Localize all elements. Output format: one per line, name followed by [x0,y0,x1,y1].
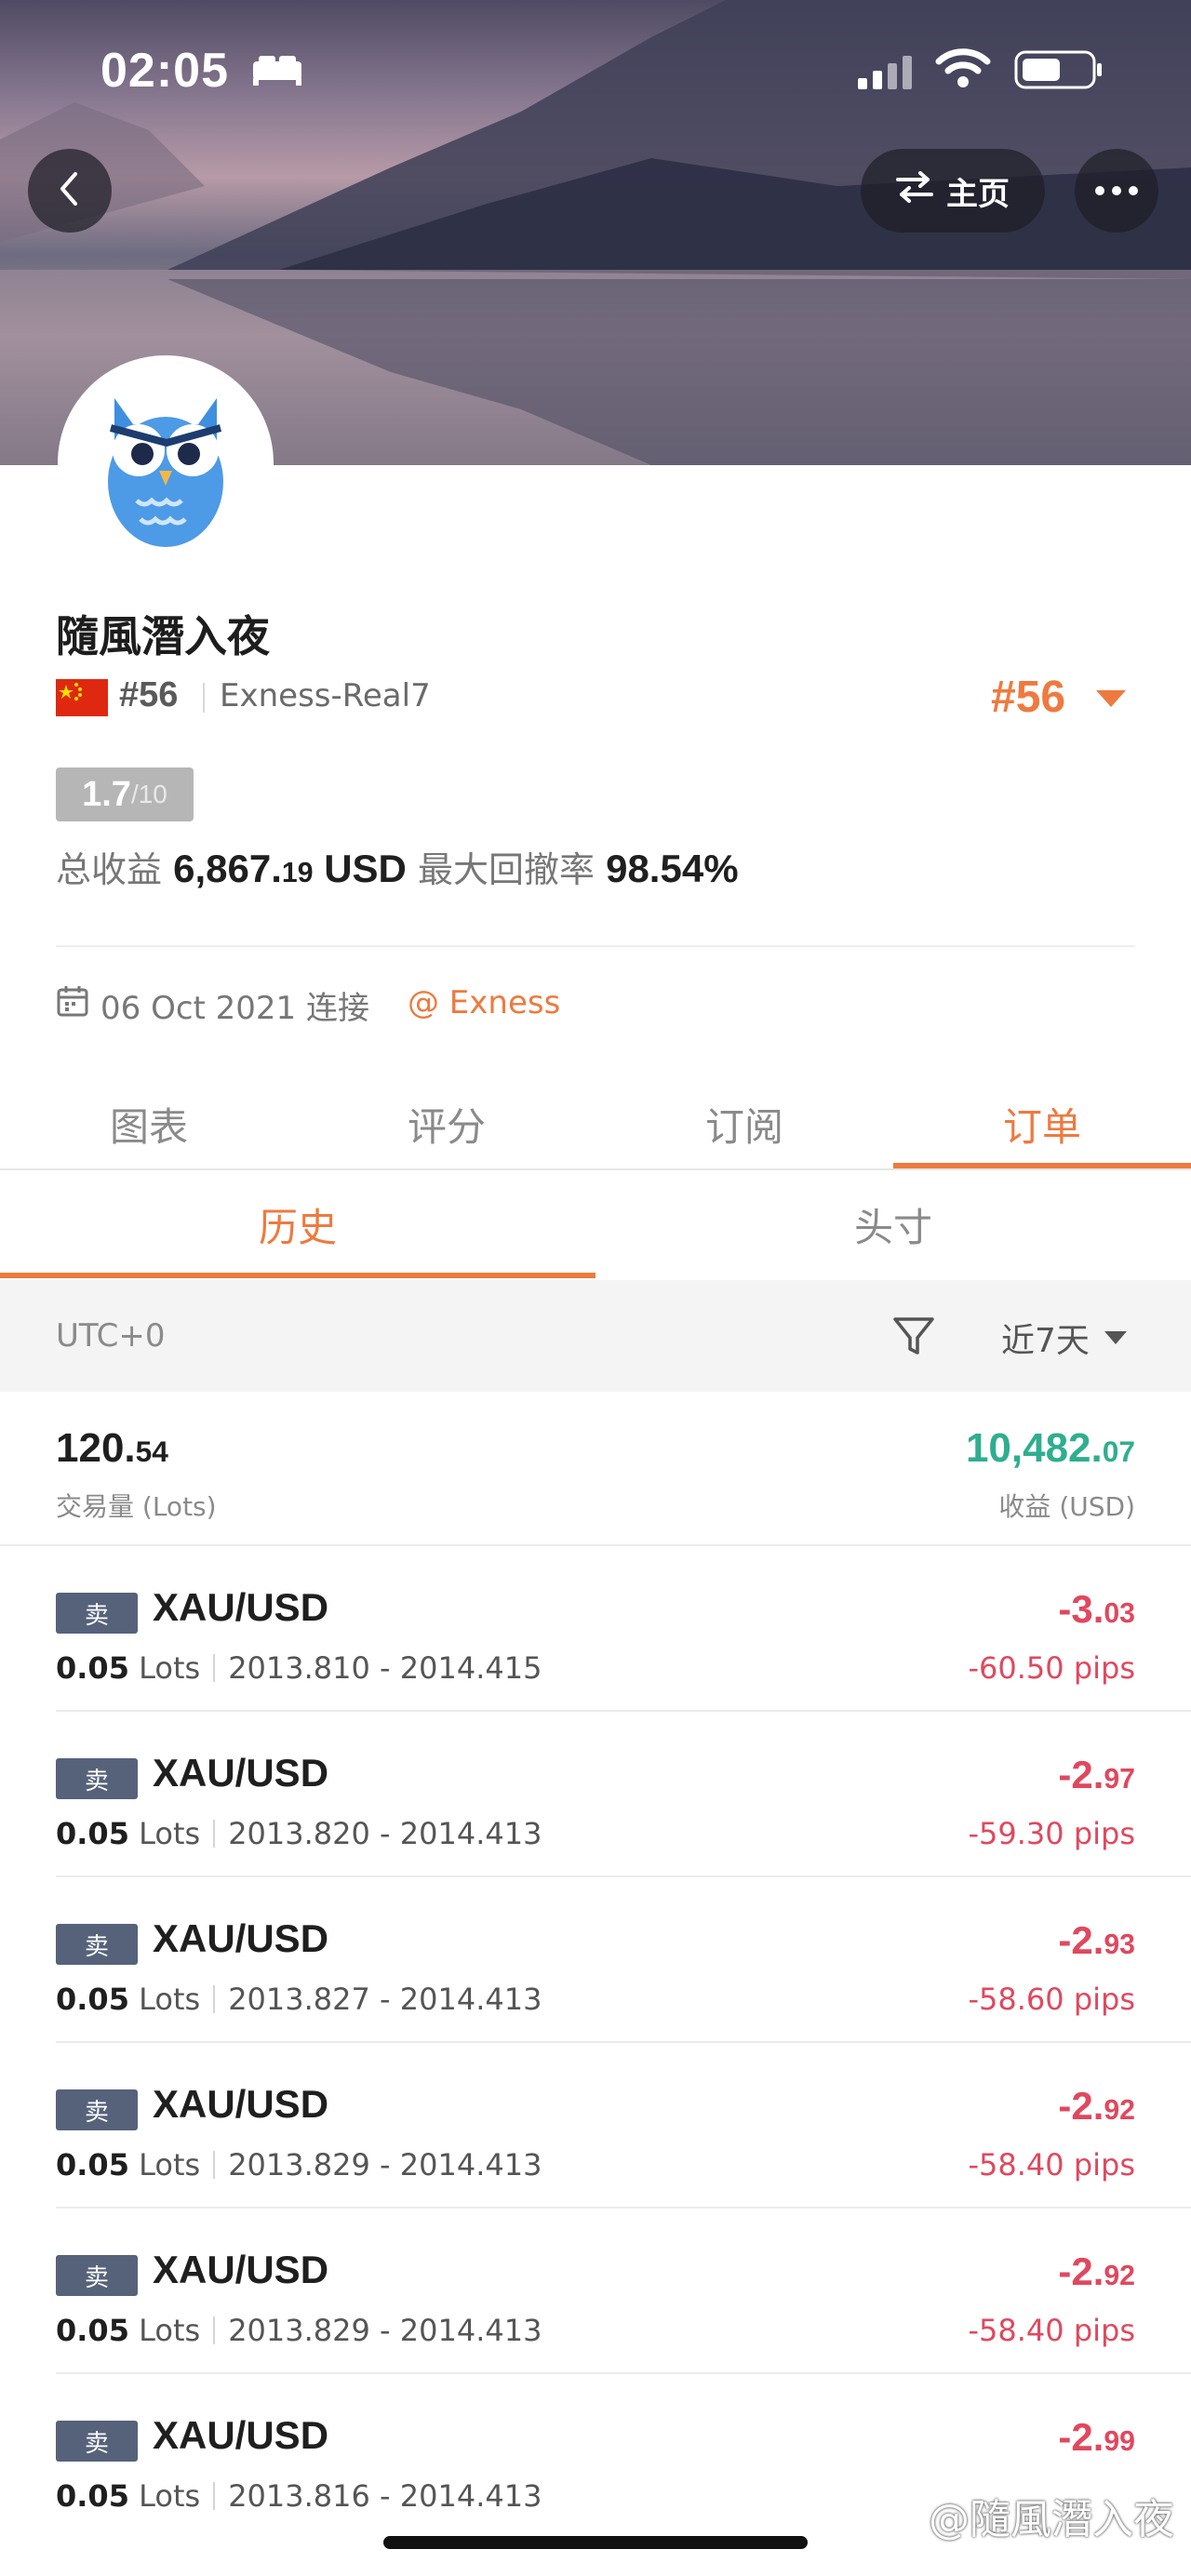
chevron-down-icon [1104,1331,1127,1344]
filter-bar: UTC+0 近7天 [0,1280,1191,1392]
order-profit: -2.93 [1058,1918,1135,1962]
back-button[interactable] [28,149,112,233]
subtab-positions[interactable]: 头寸 [596,1174,1191,1275]
sell-badge: 卖 [56,2421,138,2462]
order-profit: -2.97 [1058,1753,1135,1796]
subtab-history[interactable]: 历史 [0,1174,596,1275]
order-symbol: XAU/USD [153,2082,329,2126]
connect-info: 06 Oct 2021 连接 [56,982,369,1028]
period-label: 近7天 [1001,1322,1090,1360]
score-badge: 1.7/10 [56,767,194,821]
rank-dropdown[interactable]: #56 [991,672,1065,723]
max-drawdown-value: 98.54% [606,847,739,890]
signal-icon [856,54,917,95]
home-indicator [383,2536,808,2549]
order-profit: -2.99 [1058,2415,1135,2459]
divider [56,945,1135,947]
status-time: 02:05 [100,44,229,98]
timezone-label: UTC+0 [56,1317,166,1355]
order-list: 卖 XAU/USD 0.05 Lots 2013.810 - 2014.415 -… [0,1544,1191,2540]
order-profit: -3.03 [1058,1587,1135,1631]
order-pips: -59.30 pips [968,1816,1135,1851]
total-volume-label: 交易量 (Lots) [56,1491,217,1522]
status-bar: 02:05 [0,37,1191,102]
sell-badge: 卖 [56,1593,138,1634]
battery-icon [1014,50,1104,93]
swap-icon [896,170,933,212]
total-profit-label: 总收益 [56,849,163,890]
tab-subscribe[interactable]: 订阅 [596,1079,893,1168]
score-value: 1.7 [82,774,131,814]
total-profit-currency: USD [324,847,407,890]
server-name: Exness-Real7 [220,677,431,714]
order-profit: -2.92 [1058,2084,1135,2128]
order-details: 0.05 Lots 2013.829 - 2014.413 [56,2147,542,2182]
sell-badge: 卖 [56,2089,138,2130]
chevron-down-icon[interactable] [1096,690,1126,707]
sell-badge: 卖 [56,2255,138,2296]
total-profit: 10,482.07 [965,1425,1135,1471]
order-details: 0.05 Lots 2013.827 - 2014.413 [56,1982,542,2017]
rank-label: #56 [119,675,179,714]
order-row[interactable]: 卖 XAU/USD 0.05 Lots 2013.829 - 2014.413 -… [0,2207,1191,2374]
order-details: 0.05 Lots 2013.820 - 2014.413 [56,1816,542,1851]
home-button-label: 主页 [946,176,1010,212]
total-profit-value: 6,867. [173,847,282,890]
owl-avatar-image [108,398,223,547]
main-tabs: 图表 评分 订阅 订单 [0,1079,1191,1168]
divider [0,1168,1191,1170]
order-symbol: XAU/USD [153,1751,329,1795]
order-pips: -58.60 pips [968,1982,1135,2017]
total-profit-decimals: 19 [281,858,314,888]
max-drawdown-label: 最大回撤率 [417,849,595,890]
avatar[interactable] [58,355,274,571]
subtab-active-indicator [0,1273,596,1278]
calendar-icon [56,984,89,1026]
orders-summary: 120.54 交易量 (Lots) 10,482.07 收益 (USD) [0,1392,1191,1544]
home-button[interactable]: 主页 [861,149,1045,233]
connect-date: 06 Oct 2021 连接 [100,990,369,1027]
profit-stats: 总收益 6,867.19 USD 最大回撤率 98.54% [56,841,739,892]
order-pips: -58.40 pips [968,2313,1135,2348]
wifi-icon [935,47,991,93]
profile-name: 隨風潛入夜 [56,611,270,661]
watermark: @隨風潛入夜 [929,2496,1174,2543]
order-row[interactable]: 卖 XAU/USD 0.05 Lots 2013.810 - 2014.415 -… [0,1544,1191,1712]
more-button[interactable] [1075,149,1158,233]
china-flag-icon [56,679,108,716]
order-pips: -58.40 pips [968,2147,1135,2182]
tab-rating[interactable]: 评分 [298,1079,596,1168]
tab-chart[interactable]: 图表 [0,1079,298,1168]
order-symbol: XAU/USD [153,1916,329,1960]
period-select[interactable]: 近7天 [1001,1314,1127,1362]
broker-link[interactable]: @ Exness [408,984,560,1021]
order-row[interactable]: 卖 XAU/USD 0.05 Lots 2013.820 - 2014.413 -… [0,1710,1191,1877]
sell-badge: 卖 [56,1924,138,1965]
order-details: 0.05 Lots 2013.829 - 2014.413 [56,2313,542,2348]
order-details: 0.05 Lots 2013.810 - 2014.415 [56,1650,542,1686]
bed-icon [251,54,303,91]
order-symbol: XAU/USD [153,2248,329,2291]
divider [203,683,205,713]
order-row[interactable]: 卖 XAU/USD 0.05 Lots 2013.829 - 2014.413 -… [0,2041,1191,2209]
order-pips: -60.50 pips [968,1650,1135,1686]
sell-badge: 卖 [56,1758,138,1799]
order-symbol: XAU/USD [153,2413,329,2457]
score-max: /10 [130,780,167,808]
order-row[interactable]: 卖 XAU/USD 0.05 Lots 2013.827 - 2014.413 -… [0,1875,1191,2043]
order-profit: -2.92 [1058,2249,1135,2293]
order-details: 0.05 Lots 2013.816 - 2014.413 [56,2478,542,2514]
more-icon [1094,182,1139,200]
filter-icon[interactable] [891,1314,936,1362]
total-volume: 120.54 [56,1425,168,1471]
order-symbol: XAU/USD [153,1585,329,1629]
tab-orders[interactable]: 订单 [893,1079,1191,1168]
back-arrow-icon [53,170,87,211]
total-profit-label: 收益 (USD) [998,1491,1135,1522]
